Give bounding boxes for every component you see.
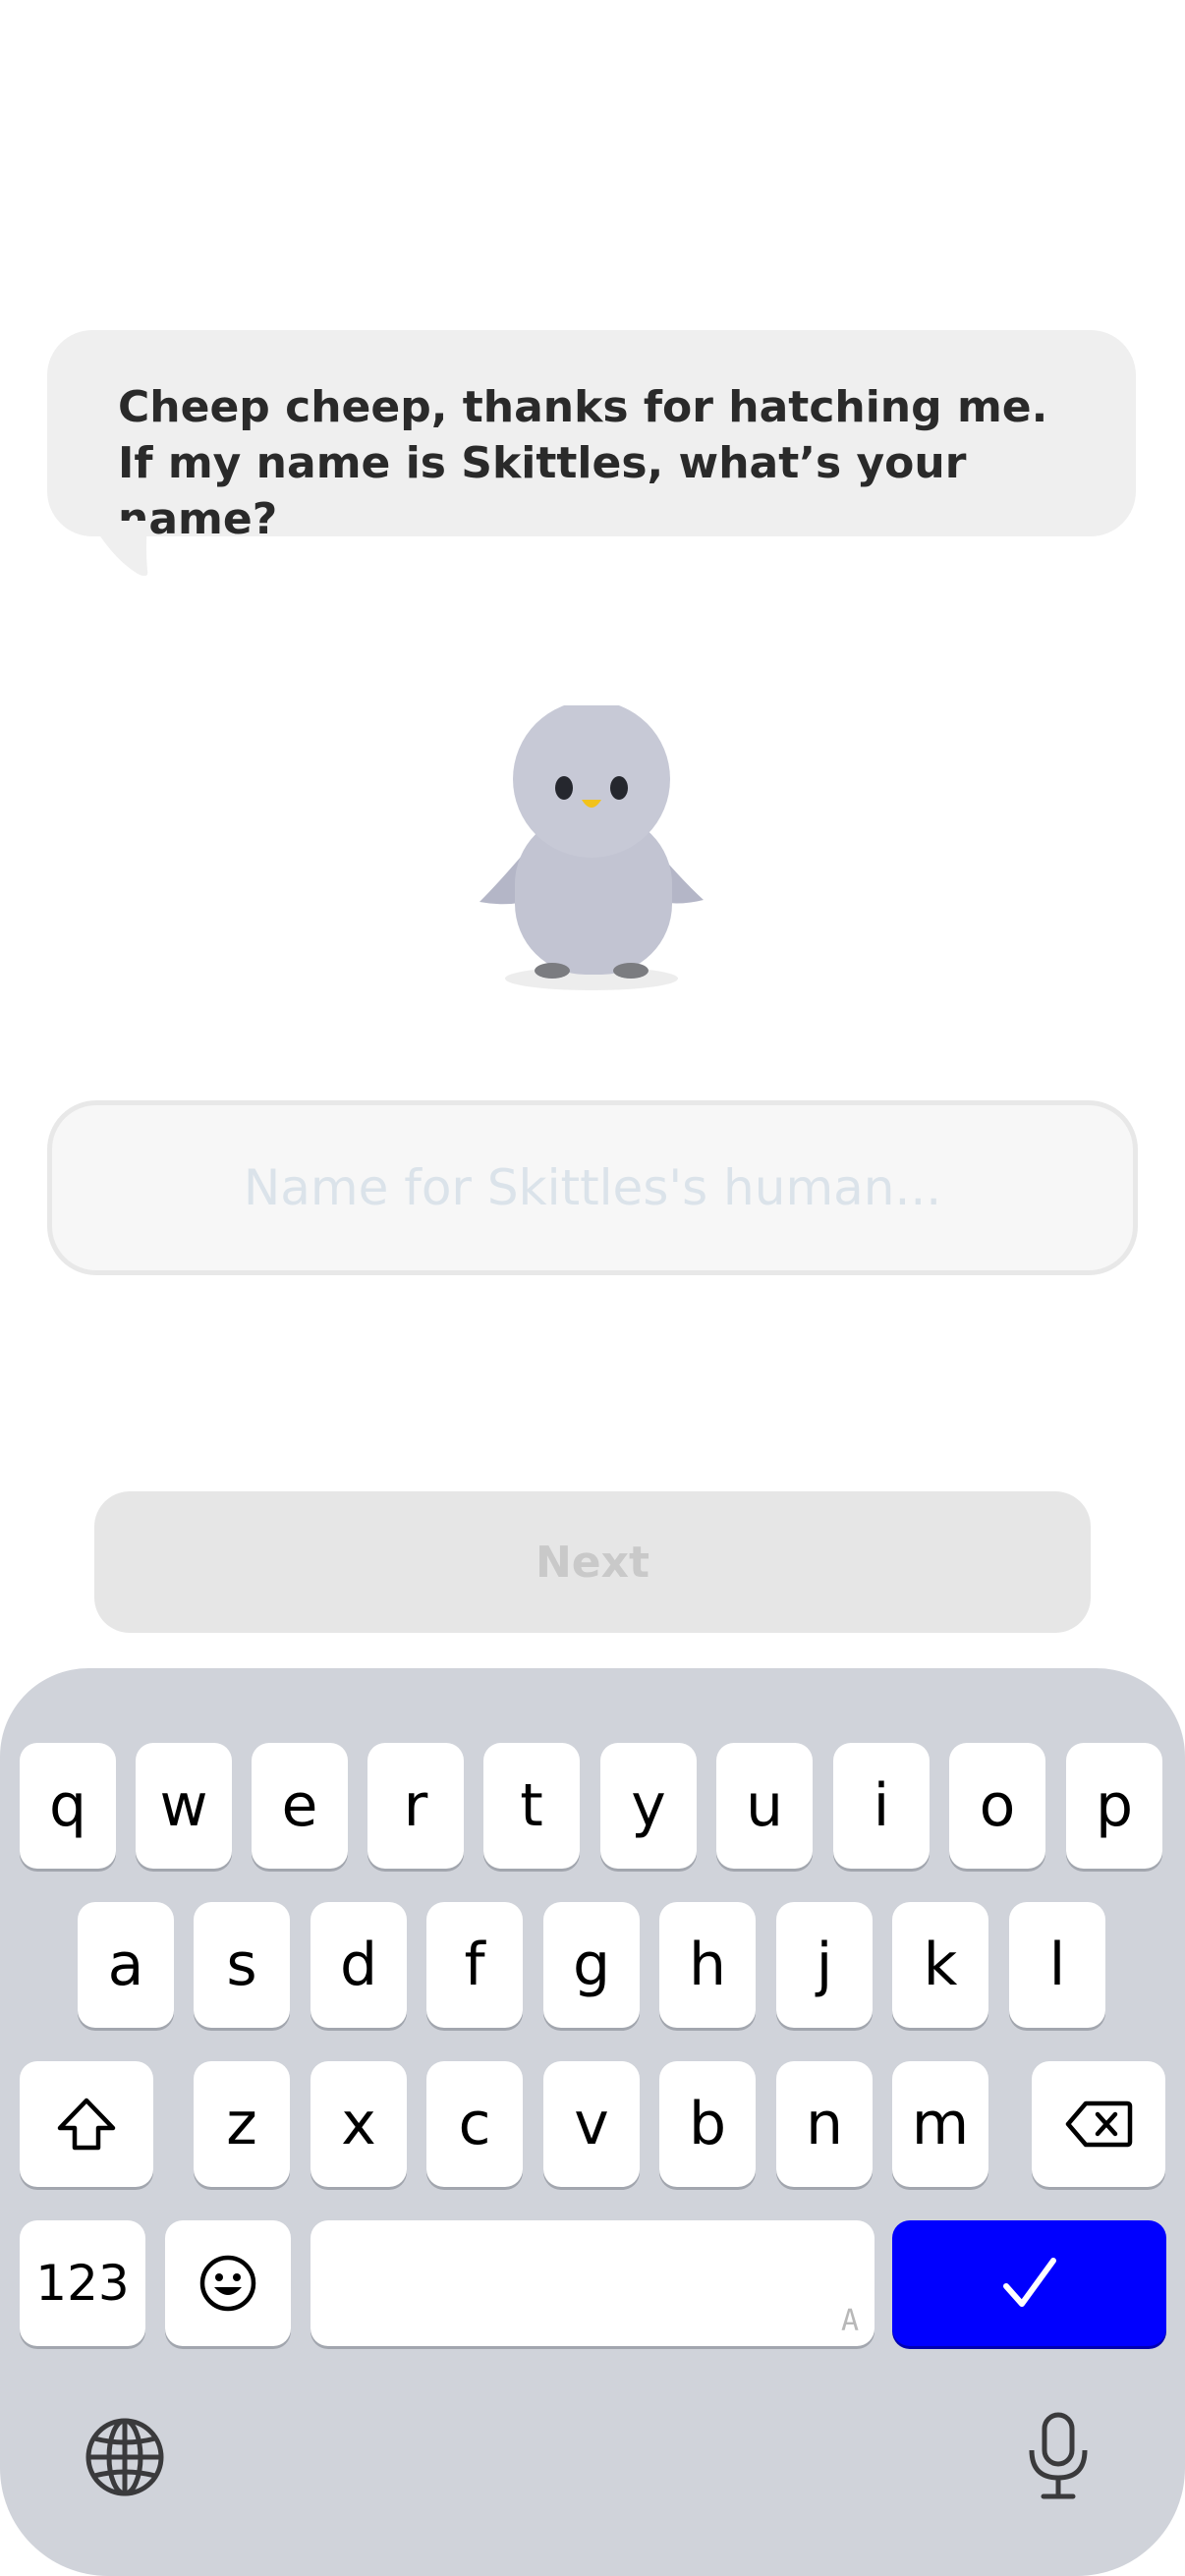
globe-icon[interactable]: [85, 2417, 165, 2497]
key-o[interactable]: o: [949, 1743, 1045, 1869]
key-m[interactable]: m: [892, 2061, 988, 2187]
space-key[interactable]: A: [310, 2220, 875, 2346]
key-w[interactable]: w: [136, 1743, 232, 1869]
microphone-icon[interactable]: [1026, 2411, 1091, 2501]
key-s[interactable]: s: [194, 1902, 290, 2028]
speech-bubble: Cheep cheep, thanks for hatching me. If …: [47, 330, 1136, 544]
backspace-key[interactable]: [1032, 2061, 1165, 2187]
key-b[interactable]: b: [659, 2061, 756, 2187]
key-x[interactable]: x: [310, 2061, 407, 2187]
key-i[interactable]: i: [833, 1743, 930, 1869]
checkmark-icon: [1002, 2258, 1056, 2307]
key-c[interactable]: c: [426, 2061, 523, 2187]
key-a[interactable]: a: [78, 1902, 174, 2028]
penguin-mascot: [480, 705, 704, 990]
key-u[interactable]: u: [716, 1743, 813, 1869]
key-z[interactable]: z: [194, 2061, 290, 2187]
key-n[interactable]: n: [776, 2061, 873, 2187]
key-p[interactable]: p: [1066, 1743, 1162, 1869]
key-g[interactable]: g: [543, 1902, 640, 2028]
name-input-container[interactable]: [47, 1100, 1138, 1275]
next-button[interactable]: Next: [94, 1491, 1091, 1633]
shift-key[interactable]: [20, 2061, 153, 2187]
key-l[interactable]: l: [1009, 1902, 1105, 2028]
space-key-mark: A: [840, 2304, 859, 2338]
key-v[interactable]: v: [543, 2061, 640, 2187]
keyboard: q w e r t y u i o p a s d f g h j k l z …: [0, 1668, 1185, 2576]
key-k[interactable]: k: [892, 1902, 988, 2028]
numbers-key[interactable]: 123: [20, 2220, 145, 2346]
key-y[interactable]: y: [600, 1743, 697, 1869]
key-q[interactable]: q: [20, 1743, 116, 1869]
key-h[interactable]: h: [659, 1902, 756, 2028]
key-f[interactable]: f: [426, 1902, 523, 2028]
key-t[interactable]: t: [483, 1743, 580, 1869]
key-j[interactable]: j: [776, 1902, 873, 2028]
done-key[interactable]: [892, 2220, 1166, 2346]
bubble-message: Cheep cheep, thanks for hatching me. If …: [118, 382, 1048, 544]
emoji-key[interactable]: [165, 2220, 291, 2346]
key-e[interactable]: e: [252, 1743, 348, 1869]
name-input[interactable]: [52, 1158, 1133, 1217]
bubble-tail: [90, 521, 148, 576]
emoji-icon: [199, 2255, 256, 2312]
key-r[interactable]: r: [367, 1743, 464, 1869]
shift-icon: [57, 2098, 116, 2151]
key-d[interactable]: d: [310, 1902, 407, 2028]
backspace-icon: [1065, 2100, 1133, 2148]
